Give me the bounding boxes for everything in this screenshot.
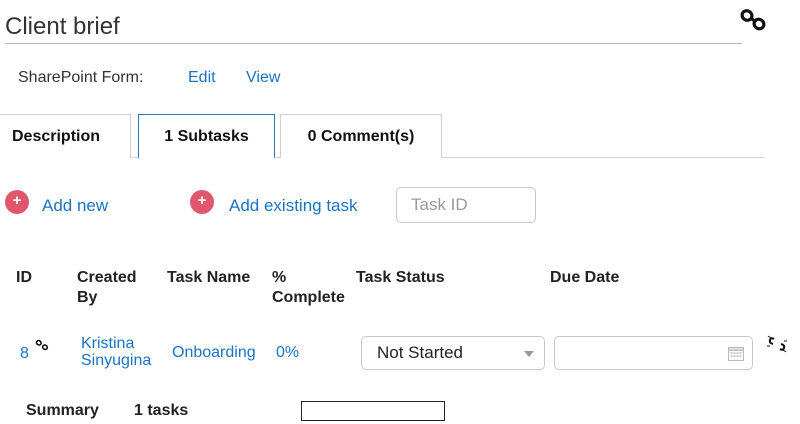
column-header-percent-complete: % Complete bbox=[272, 269, 345, 306]
task-id-input[interactable] bbox=[396, 187, 536, 223]
summary-label: Summary bbox=[26, 402, 99, 419]
unlink-icon[interactable] bbox=[766, 333, 788, 355]
add-existing-task-link[interactable]: Add existing task bbox=[229, 196, 358, 216]
tab-subtasks[interactable]: 1 Subtasks bbox=[138, 114, 275, 159]
row-id[interactable]: 8 bbox=[20, 345, 29, 363]
sharepoint-view-link[interactable]: View bbox=[246, 69, 280, 87]
column-header-created-by: Created By bbox=[77, 269, 137, 306]
column-header-task-name: Task Name bbox=[167, 269, 251, 286]
add-new-plus-icon[interactable]: + bbox=[5, 190, 29, 214]
column-header-id: ID bbox=[16, 269, 32, 286]
task-status-select[interactable]: Not Started bbox=[361, 336, 545, 370]
sharepoint-edit-link[interactable]: Edit bbox=[188, 69, 216, 87]
row-percent-complete: 0% bbox=[276, 344, 300, 361]
calendar-icon[interactable] bbox=[728, 346, 744, 361]
task-status-value: Not Started bbox=[377, 343, 463, 362]
tab-comments[interactable]: 0 Comment(s) bbox=[280, 114, 442, 158]
add-existing-plus-icon[interactable]: + bbox=[190, 190, 214, 214]
row-task-name[interactable]: Onboarding bbox=[172, 344, 256, 362]
column-header-task-status: Task Status bbox=[356, 269, 445, 286]
add-new-link[interactable]: Add new bbox=[42, 196, 108, 216]
sharepoint-form-label: SharePoint Form: bbox=[18, 69, 144, 86]
due-date-input[interactable] bbox=[554, 336, 753, 370]
row-created-by[interactable]: Kristina Sinyugina bbox=[81, 335, 171, 369]
page-title: Client brief bbox=[5, 12, 742, 44]
summary-task-count: 1 tasks bbox=[134, 402, 189, 419]
summary-progress-bar bbox=[301, 401, 445, 421]
tab-description[interactable]: Description bbox=[0, 114, 131, 158]
link-icon[interactable] bbox=[739, 7, 769, 33]
chevron-down-icon bbox=[524, 351, 534, 357]
column-header-due-date: Due Date bbox=[550, 269, 620, 286]
link-icon bbox=[35, 339, 49, 351]
